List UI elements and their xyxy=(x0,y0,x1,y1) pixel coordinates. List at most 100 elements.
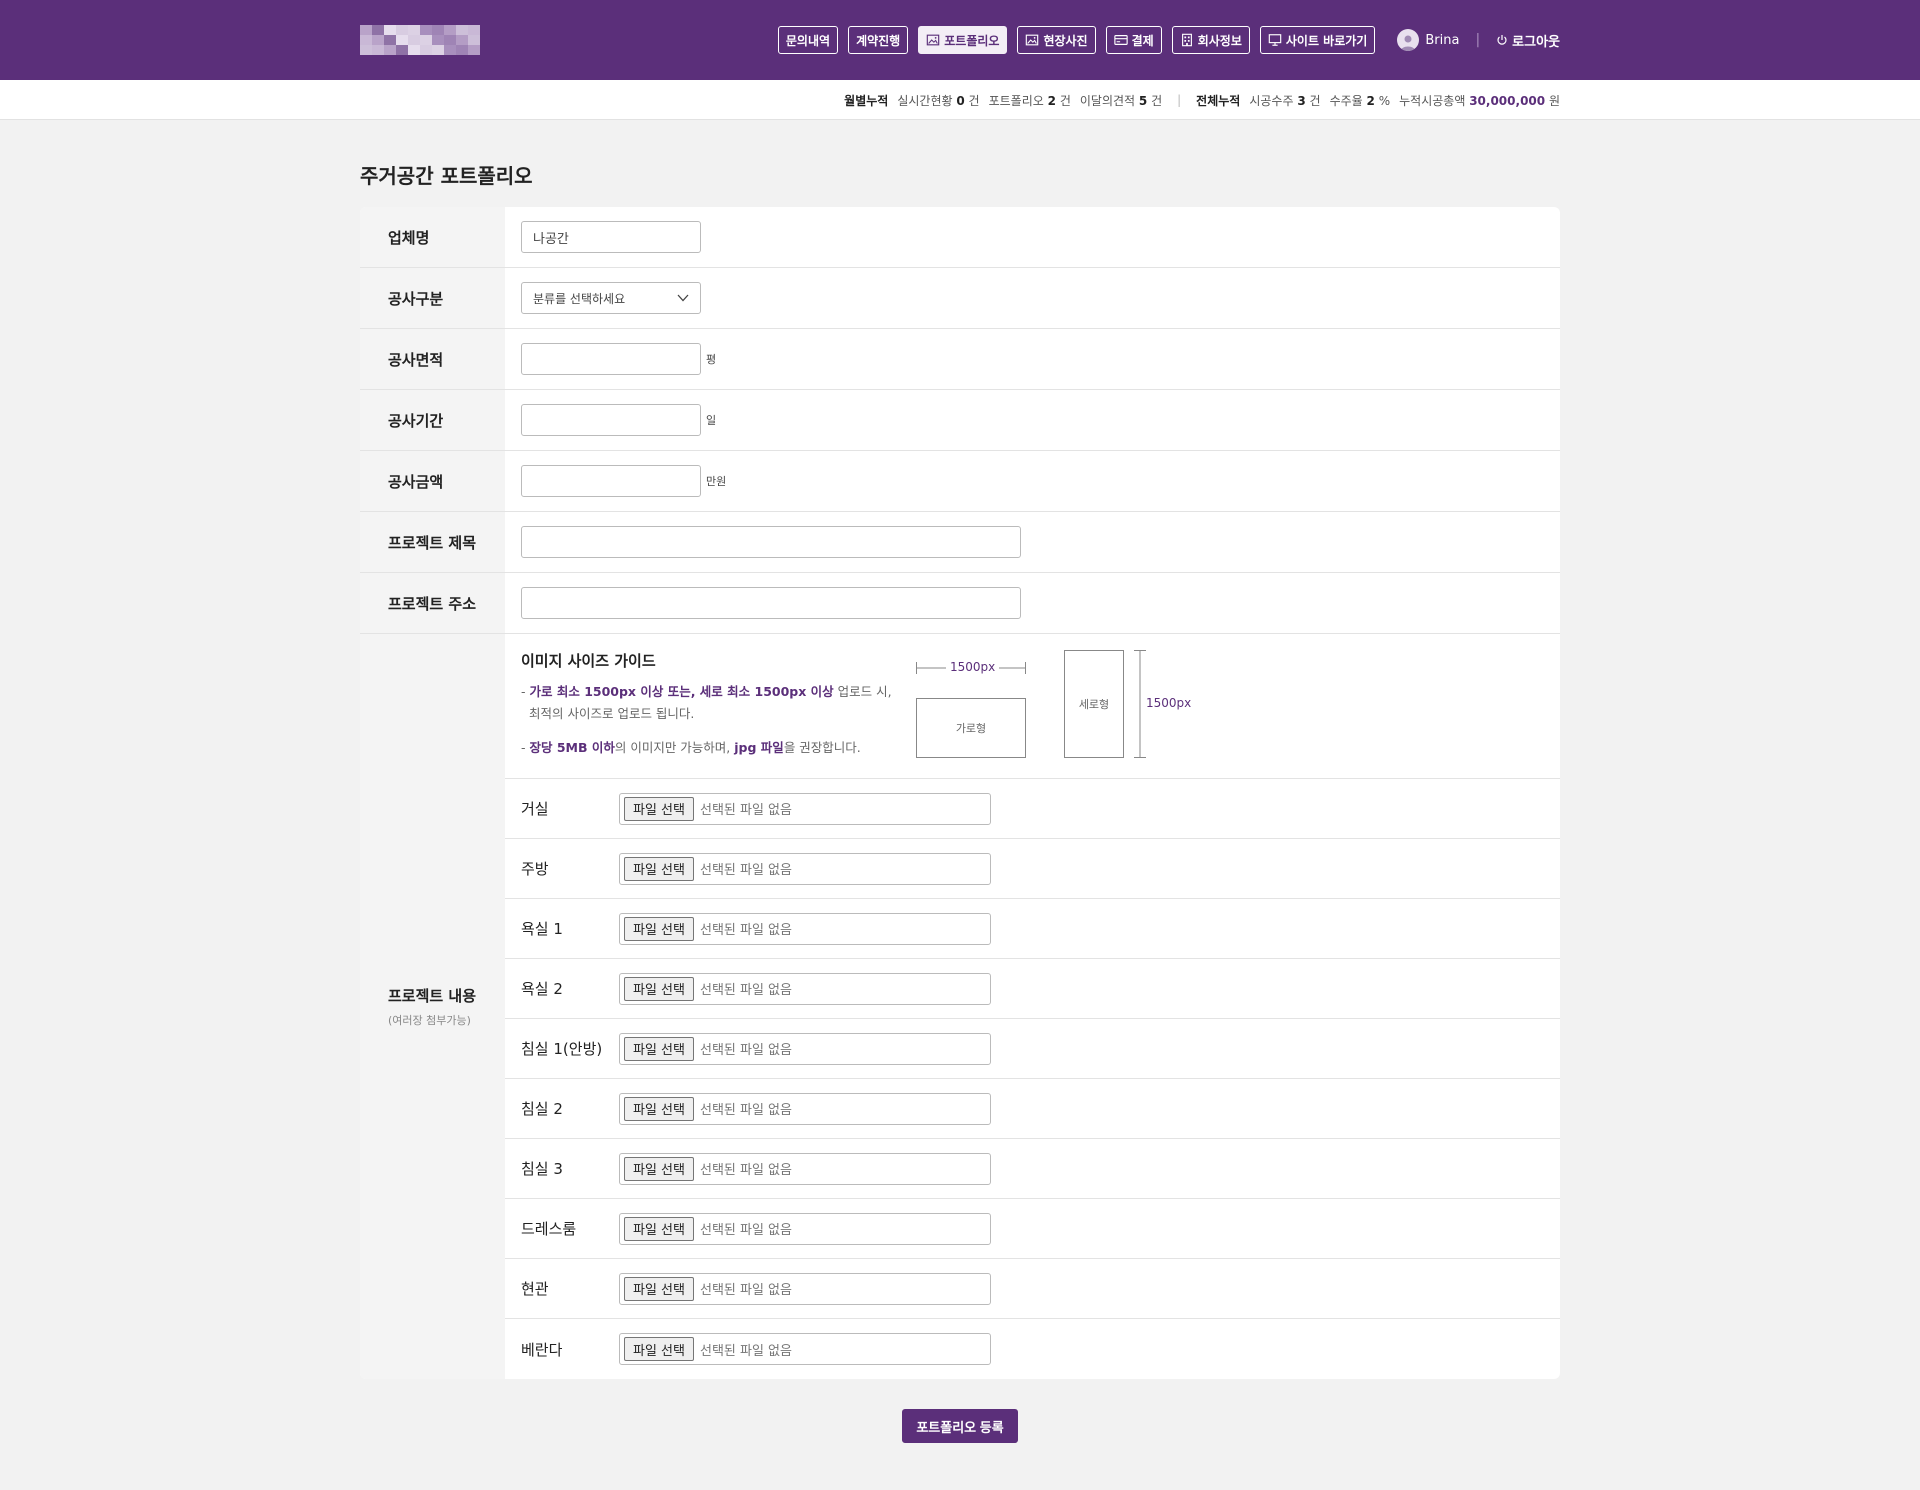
area-input[interactable] xyxy=(521,343,701,375)
room-label: 드레스룸 xyxy=(521,1220,577,1238)
main-nav: 문의내역 계약진행 포트폴리오 현장사진 결제 회사정보 사이트 바로가기 Br… xyxy=(777,26,1560,54)
file-input[interactable]: 파일 선택 선택된 파일 없음 xyxy=(619,852,991,885)
file-input[interactable]: 파일 선택 선택된 파일 없음 xyxy=(619,1032,991,1065)
file-upload-row: 주방 파일 선택 선택된 파일 없음 xyxy=(505,839,1560,899)
stat-realtime: 실시간현황 0 건 xyxy=(897,93,980,108)
image-icon xyxy=(1026,34,1039,46)
user-icon xyxy=(1401,35,1416,51)
image-size-guide: 이미지 사이즈 가이드 - 가로 최소 1500px 이상 또는, 세로 최소 … xyxy=(505,634,1560,779)
blurred-logo[interactable] xyxy=(360,25,480,55)
choose-file-button[interactable]: 파일 선택 xyxy=(624,1337,694,1361)
portfolio-form: 업체명 공사구분 분류를 선택하세요 공사면적 평 공사기간 일 공사금액 만원… xyxy=(360,207,1560,1379)
file-status: 선택된 파일 없음 xyxy=(699,1283,792,1298)
room-label: 침실 3 xyxy=(521,1160,563,1178)
file-upload-row: 침실 3 파일 선택 선택된 파일 없음 xyxy=(505,1139,1560,1199)
choose-file-button[interactable]: 파일 선택 xyxy=(624,856,694,881)
unit-label: 일 xyxy=(706,414,717,427)
company-name-input[interactable] xyxy=(521,221,701,253)
stat-portfolio: 포트폴리오 2 건 xyxy=(988,93,1071,108)
choose-file-button[interactable]: 파일 선택 xyxy=(624,976,694,1001)
file-status: 선택된 파일 없음 xyxy=(699,1163,792,1178)
project-title-input[interactable] xyxy=(521,526,1021,558)
monthly-label: 월별누적 xyxy=(844,93,889,108)
file-upload-row: 현관 파일 선택 선택된 파일 없음 xyxy=(505,1259,1560,1319)
choose-file-button[interactable]: 파일 선택 xyxy=(624,1096,694,1121)
file-input[interactable]: 파일 선택 선택된 파일 없음 xyxy=(619,792,991,825)
top-bar: 문의내역 계약진행 포트폴리오 현장사진 결제 회사정보 사이트 바로가기 Br… xyxy=(0,0,1920,80)
vertical-image-box: 세로형 xyxy=(1064,650,1124,758)
nav-portfolio[interactable]: 포트폴리오 xyxy=(918,26,1008,54)
room-label: 욕실 1 xyxy=(521,920,563,938)
room-label: 침실 2 xyxy=(521,1100,563,1118)
form-row-address: 프로젝트 주소 xyxy=(360,573,1560,634)
vertical-dimension-label: 1500px xyxy=(1146,696,1192,710)
file-status: 선택된 파일 없음 xyxy=(699,1043,792,1058)
field-label: 공사면적 xyxy=(360,329,505,389)
file-input[interactable]: 파일 선택 선택된 파일 없음 xyxy=(619,1272,991,1305)
file-upload-row: 드레스룸 파일 선택 선택된 파일 없음 xyxy=(505,1199,1560,1259)
room-label: 현관 xyxy=(521,1280,549,1298)
divider: | xyxy=(1177,93,1182,107)
form-row-period: 공사기간 일 xyxy=(360,390,1560,451)
power-icon xyxy=(1497,35,1507,45)
stat-quote: 이달의견적 5 건 xyxy=(1079,93,1163,108)
choose-file-button[interactable]: 파일 선택 xyxy=(624,796,694,821)
nav-contracts[interactable]: 계약진행 xyxy=(848,26,909,54)
file-status: 선택된 파일 없음 xyxy=(699,1343,792,1359)
stats-bar: 월별누적 실시간현황 0 건 포트폴리오 2 건 이달의견적 5 건 | 전체누… xyxy=(0,80,1920,120)
stat-rate: 수주율 2 % xyxy=(1329,93,1391,108)
stat-orders: 시공수주 3 건 xyxy=(1249,93,1321,108)
nav-site-shortcut[interactable]: 사이트 바로가기 xyxy=(1259,26,1376,54)
choose-file-button[interactable]: 파일 선택 xyxy=(624,1156,694,1181)
field-label: 프로젝트 내용 (여러장 첨부가능) xyxy=(360,634,505,1379)
register-portfolio-button[interactable]: 포트폴리오 등록 xyxy=(902,1409,1018,1443)
file-input[interactable]: 파일 선택 선택된 파일 없음 xyxy=(619,1092,991,1125)
room-label: 침실 1(안방) xyxy=(521,1040,603,1058)
stat-amount: 누적시공총액 30,000,000 원 xyxy=(1399,93,1560,108)
user-menu[interactable]: Brina xyxy=(1397,29,1459,51)
construction-type-select[interactable]: 분류를 선택하세요 xyxy=(521,282,701,314)
file-status: 선택된 파일 없음 xyxy=(699,803,792,818)
guide-line: - 가로 최소 1500px 이상 또는, 세로 최소 1500px 이상 업로… xyxy=(521,684,892,721)
choose-file-button[interactable]: 파일 선택 xyxy=(624,916,694,941)
user-name: Brina xyxy=(1425,32,1460,48)
form-row-title: 프로젝트 제목 xyxy=(360,512,1560,573)
logout-button[interactable]: 로그아웃 xyxy=(1496,31,1560,50)
room-label: 욕실 2 xyxy=(521,980,563,998)
file-status: 선택된 파일 없음 xyxy=(699,1223,792,1238)
nav-payment[interactable]: 결제 xyxy=(1105,26,1162,54)
building-icon xyxy=(1181,33,1192,47)
form-row-company: 업체명 xyxy=(360,207,1560,268)
file-upload-row: 거실 파일 선택 선택된 파일 없음 xyxy=(505,779,1560,839)
monitor-icon xyxy=(1268,34,1282,46)
file-status: 선택된 파일 없음 xyxy=(699,923,792,938)
field-label: 프로젝트 주소 xyxy=(360,573,505,633)
chevron-down-icon xyxy=(677,294,689,302)
choose-file-button[interactable]: 파일 선택 xyxy=(624,1276,694,1301)
nav-inquiries[interactable]: 문의내역 xyxy=(777,26,839,54)
file-input[interactable]: 파일 선택 선택된 파일 없음 xyxy=(619,912,991,945)
unit-label: 만원 xyxy=(706,475,727,488)
field-label: 프로젝트 제목 xyxy=(360,512,505,572)
file-input[interactable]: 파일 선택 선택된 파일 없음 xyxy=(619,972,991,1005)
choose-file-button[interactable]: 파일 선택 xyxy=(624,1036,694,1061)
field-label: 공사금액 xyxy=(360,451,505,511)
file-input[interactable]: 파일 선택 선택된 파일 없음 xyxy=(619,1212,991,1245)
room-label: 거실 xyxy=(521,800,549,818)
divider: | xyxy=(1475,32,1481,48)
choose-file-button[interactable]: 파일 선택 xyxy=(624,1216,694,1241)
file-input[interactable]: 파일 선택 선택된 파일 없음 xyxy=(619,1333,991,1365)
period-input[interactable] xyxy=(521,404,701,436)
file-input[interactable]: 파일 선택 선택된 파일 없음 xyxy=(619,1152,991,1185)
file-upload-row: 침실 1(안방) 파일 선택 선택된 파일 없음 xyxy=(505,1019,1560,1079)
file-status: 선택된 파일 없음 xyxy=(699,863,792,878)
file-upload-row: 욕실 2 파일 선택 선택된 파일 없음 xyxy=(505,959,1560,1019)
amount-input[interactable] xyxy=(521,465,701,497)
total-label: 전체누적 xyxy=(1196,93,1241,108)
horizontal-dimension-label: 1500px xyxy=(946,660,1000,674)
field-label: 공사기간 xyxy=(360,390,505,450)
horizontal-image-box: 가로형 xyxy=(916,698,1026,758)
nav-site-photos[interactable]: 현장사진 xyxy=(1017,26,1096,54)
project-address-input[interactable] xyxy=(521,587,1021,619)
nav-company-info[interactable]: 회사정보 xyxy=(1171,26,1250,54)
